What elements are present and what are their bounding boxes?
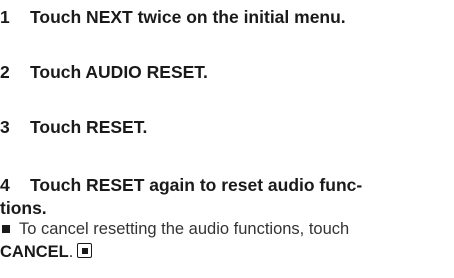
step-1: 1 Touch NEXT twice on the initial menu. (0, 6, 346, 29)
step-2: 2 Touch AUDIO RESET. (0, 61, 208, 84)
step-number: 2 (0, 62, 10, 82)
step-number: 1 (0, 7, 10, 27)
step-3: 3 Touch RESET. (0, 116, 147, 139)
step-text: Touch RESET. (30, 117, 148, 137)
step-number: 4 (0, 175, 10, 195)
note-period: . (68, 243, 74, 261)
step-text: Touch NEXT twice on the initial menu. (30, 7, 346, 27)
step-number: 3 (0, 117, 10, 137)
cancel-note: To cancel resetting the audio functions,… (0, 218, 454, 264)
step-text: Touch AUDIO RESET. (30, 62, 208, 82)
step-text-line1: Touch RESET again to reset audio func- (30, 175, 363, 195)
square-bullet-icon (2, 224, 10, 233)
step-text-line2: tions. (0, 198, 47, 218)
end-of-section-icon (77, 243, 93, 258)
cancel-label: CANCEL (0, 243, 69, 261)
step-4: 4 Touch RESET again to reset audio func- … (0, 174, 454, 220)
note-text: To cancel resetting the audio functions,… (19, 220, 350, 238)
